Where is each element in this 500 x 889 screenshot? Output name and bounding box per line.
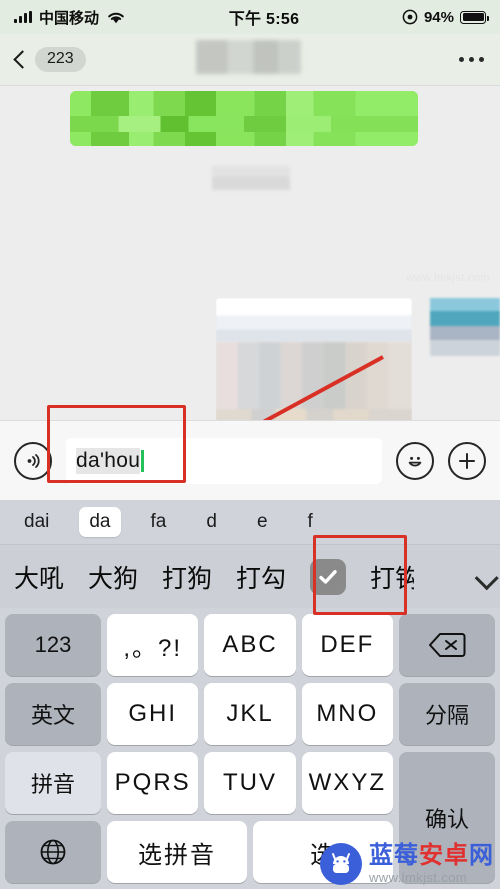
navigation-bar: 223 — [0, 34, 500, 86]
key-123[interactable]: 123 — [5, 614, 101, 676]
key-select-pinyin[interactable]: 选拼音 — [107, 821, 247, 883]
candidate-bar: 大吼 大狗 打狗 打勾 打钩 — [0, 545, 500, 608]
status-bar-right: 94% — [402, 8, 489, 26]
chevron-down-icon[interactable] — [474, 565, 499, 590]
plus-circle-icon[interactable] — [448, 441, 486, 480]
redacted-content — [70, 91, 418, 146]
key-select[interactable]: 选 — [253, 821, 393, 883]
key-row-1: 123 ,。?! ABC DEF — [5, 614, 495, 676]
smiley-icon[interactable] — [396, 441, 434, 480]
key-punctuation[interactable]: ,。?! — [107, 614, 199, 676]
wifi-icon — [108, 12, 124, 23]
chat-bubble-outgoing[interactable] — [70, 91, 418, 146]
key-english-mode[interactable]: 英文 — [5, 683, 101, 745]
backspace-icon[interactable] — [398, 614, 495, 676]
key-wxyz[interactable]: WXYZ — [301, 752, 393, 814]
pinyin-segment-3[interactable]: d — [196, 507, 227, 537]
key-pinyin-mode[interactable]: 拼音 — [5, 752, 101, 814]
phone-screen: 中国移动 下午 5:56 94% 223 www.lmkjst.com da'h… — [0, 0, 500, 889]
key-def[interactable]: DEF — [301, 614, 393, 676]
key-tuv[interactable]: TUV — [204, 752, 296, 814]
back-button[interactable]: 223 — [13, 47, 86, 72]
chat-message-list[interactable]: www.lmkjst.com — [0, 86, 500, 420]
highlight-box-check-candidate — [313, 535, 407, 615]
chat-image-message[interactable] — [216, 298, 412, 420]
pinyin-segment-2[interactable]: fa — [141, 507, 177, 537]
candidate-0[interactable]: 大吼 — [14, 559, 64, 595]
key-abc[interactable]: ABC — [204, 614, 296, 676]
ime-keyboard: dai da fa d e f 大吼 大狗 打狗 打勾 打钩 123 ,。?! — [0, 500, 500, 889]
chevron-left-icon — [13, 50, 32, 69]
battery-icon — [460, 10, 489, 24]
pinyin-segment-1[interactable]: da — [79, 507, 121, 537]
status-bar-left: 中国移动 — [14, 7, 126, 28]
highlight-box-input — [47, 405, 186, 483]
key-jkl[interactable]: JKL — [204, 683, 296, 745]
key-row-2: 英文 GHI JKL MNO 分隔 — [5, 683, 495, 745]
key-grid: 123 ,。?! ABC DEF 英文 GHI JKL MNO 分隔 拼音 PQ… — [0, 608, 500, 889]
more-horizontal-icon[interactable] — [459, 57, 484, 62]
key-separator[interactable]: 分隔 — [398, 683, 495, 745]
candidate-1[interactable]: 大狗 — [88, 559, 138, 595]
faint-watermark: www.lmkjst.com — [406, 272, 490, 284]
carrier-label: 中国移动 — [39, 9, 100, 27]
pinyin-segment-bar: dai da fa d e f — [0, 500, 500, 545]
key-confirm[interactable]: 确认 — [399, 752, 495, 883]
redacted-text-block — [212, 166, 290, 190]
candidate-2[interactable]: 打狗 — [162, 559, 212, 595]
pinyin-segment-4[interactable]: e — [247, 507, 278, 537]
page-title — [196, 40, 301, 74]
clock-label: 下午 5:56 — [228, 11, 300, 28]
chat-image-thumbnail[interactable] — [430, 298, 500, 356]
unread-count-badge: 223 — [35, 47, 86, 72]
pinyin-segment-0[interactable]: dai — [14, 507, 59, 537]
candidate-3[interactable]: 打勾 — [236, 559, 286, 595]
key-mno[interactable]: MNO — [301, 683, 393, 745]
status-bar: 中国移动 下午 5:56 94% — [0, 0, 500, 34]
pinyin-segment-5[interactable]: f — [298, 507, 323, 537]
key-ghi[interactable]: GHI — [107, 683, 199, 745]
battery-percent-label: 94% — [423, 8, 454, 26]
image-region-top — [216, 298, 412, 342]
alarm-clock-icon — [402, 9, 418, 25]
globe-icon[interactable] — [5, 821, 101, 883]
image-region-band — [216, 409, 412, 420]
signal-bars-icon — [14, 11, 32, 23]
key-pqrs[interactable]: PQRS — [107, 752, 199, 814]
